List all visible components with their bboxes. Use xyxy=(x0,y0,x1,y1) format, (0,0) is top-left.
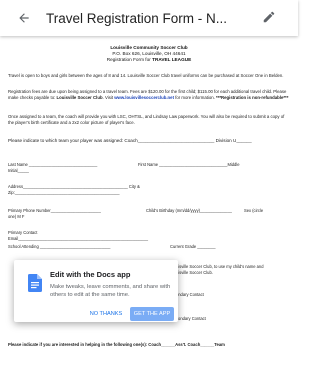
google-docs-icon xyxy=(28,274,42,292)
email-field[interactable]: Email___________________________________… xyxy=(8,236,148,242)
promo-body: Make tweaks, leave comments, and share w… xyxy=(50,284,171,298)
document-title: Travel Registration Form - N... xyxy=(46,10,228,26)
coach-paragraph: Once assigned to a team, the coach will … xyxy=(8,114,285,125)
fees-paragraph: Registration fees are due upon being ass… xyxy=(8,89,289,100)
document-page[interactable]: Louisville Community Soccer Club P.O. Bo… xyxy=(0,36,298,386)
no-thanks-button[interactable]: NO THANKS xyxy=(86,308,126,320)
sex-options[interactable]: one) M F xyxy=(8,214,24,220)
get-the-app-button[interactable]: GET THE APP xyxy=(130,307,174,321)
secondary-contact-label-2: condary Contact xyxy=(176,316,206,321)
team-assignment-question: Please indicate to which team your playe… xyxy=(8,138,252,143)
school-field[interactable]: School Attending _______________________… xyxy=(8,244,110,250)
birthday-field[interactable]: Child's Birthday (mm/dd/yyyy)___________… xyxy=(146,208,232,214)
volunteer-question: Please indicate if you are interested in… xyxy=(8,342,225,347)
form-title: Registration Form for TRAVEL LEAGUE xyxy=(106,57,192,62)
promo-title: Edit with the Docs app xyxy=(50,270,131,279)
sex-label: Sex (circle xyxy=(244,208,264,213)
consent-text-line-2: uisville Soccer Club. xyxy=(176,270,213,275)
pencil-icon[interactable] xyxy=(262,10,278,26)
docs-app-promo-dialog: Edit with the Docs app Make tweaks, leav… xyxy=(14,260,178,322)
grade-field[interactable]: Current Grade ________ xyxy=(170,244,216,250)
arrow-left-icon[interactable] xyxy=(16,10,32,26)
top-app-bar: Travel Registration Form - N... xyxy=(0,0,298,36)
intro-paragraph: Travel is open to boys and girls between… xyxy=(8,73,284,78)
first-name-field[interactable]: First Name _____________________________… xyxy=(138,162,240,168)
middle-initial-field[interactable]: Initial_____ xyxy=(8,168,29,174)
secondary-contact-label: ondary Contact xyxy=(176,292,204,297)
club-website-link[interactable]: www.louisvillesoccerclub.net xyxy=(114,95,174,100)
zip-field[interactable]: Zip:____________________________________… xyxy=(8,190,120,196)
